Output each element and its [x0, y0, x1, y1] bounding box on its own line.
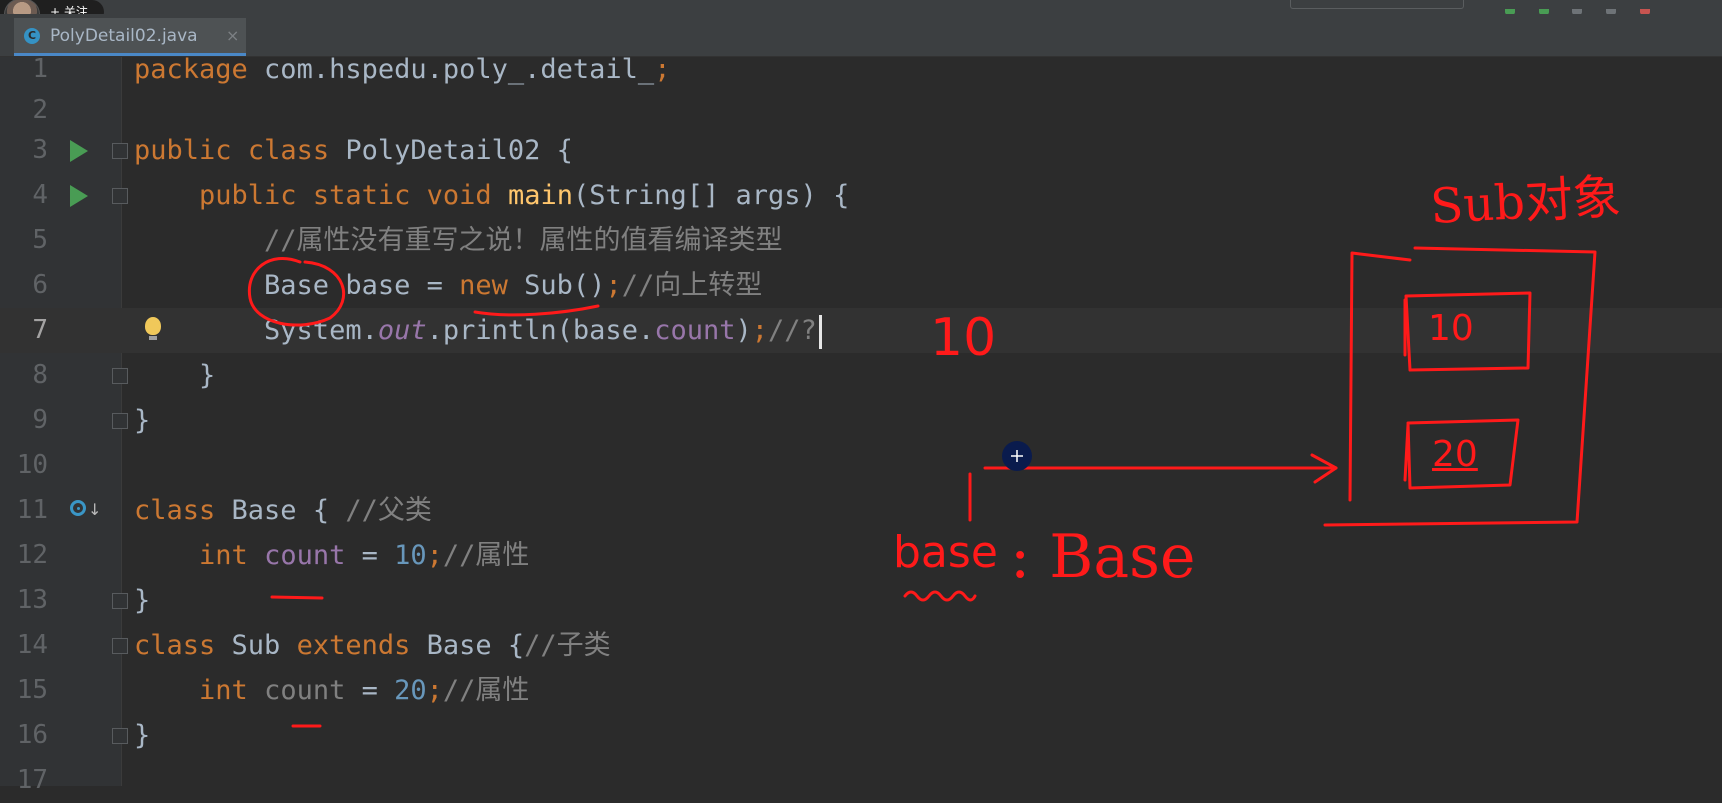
line-number: 10	[16, 450, 48, 480]
code-text: public class PolyDetail02 {	[134, 135, 573, 166]
line-number: 8	[32, 360, 48, 390]
run-main-icon[interactable]	[70, 185, 88, 207]
line-number: 13	[16, 585, 48, 615]
close-icon[interactable]: ×	[226, 26, 239, 45]
line-number: 16	[16, 720, 48, 750]
answer-annotation: 10	[930, 308, 997, 368]
line-number: 7	[32, 315, 48, 345]
code-line: 8 }	[0, 353, 1722, 398]
line-number: 12	[16, 540, 48, 570]
code-line: 15 int count = 20;//属性	[0, 668, 1722, 713]
reference-label: base	[893, 527, 998, 578]
tab-filename: PolyDetail02.java	[50, 26, 198, 46]
code-text: }	[134, 585, 151, 616]
fold-icon[interactable]	[112, 188, 128, 204]
line-number: 14	[16, 630, 48, 660]
code-line: 1 package com.hspedu.poly_.detail_;	[0, 47, 1722, 92]
line-number: 5	[32, 225, 48, 255]
code-line: 6 Base base = new Sub();//向上转型	[0, 263, 1722, 308]
code-text: int count = 20;//属性	[199, 675, 530, 706]
java-class-icon: C	[24, 28, 40, 44]
fold-icon[interactable]	[112, 728, 128, 744]
code-text: }	[134, 360, 216, 391]
code-line: 17	[0, 758, 1722, 803]
code-text: System.out.println(base.count);//?	[134, 308, 822, 353]
code-line: 16 }	[0, 713, 1722, 758]
fold-icon[interactable]	[112, 413, 128, 429]
text-caret	[818, 314, 822, 349]
run-class-icon[interactable]	[70, 140, 88, 162]
sub-object-label: Sub对象	[1428, 169, 1623, 235]
code-text: public static void main(String[] args) {	[199, 180, 850, 211]
field-value-label: 10	[1428, 308, 1474, 349]
overridden-icon[interactable]	[70, 500, 86, 516]
code-line: 11 ↓ class Base { //父类	[0, 488, 1722, 533]
code-text: class Base { //父类	[134, 495, 432, 526]
field-value-label: 20	[1432, 434, 1478, 475]
line-number: 17	[16, 765, 48, 795]
navigation-toolbar	[0, 0, 1722, 15]
toolbar-icons	[1505, 0, 1715, 15]
fold-icon[interactable]	[112, 143, 128, 159]
line-number: 6	[32, 270, 48, 300]
type-label: : Base	[1010, 522, 1196, 592]
code-text: int count = 10;//属性	[199, 540, 530, 571]
code-text: }	[134, 405, 151, 436]
run-config-selector[interactable]	[1290, 0, 1464, 9]
code-text: package com.hspedu.poly_.detail_;	[134, 54, 671, 85]
code-comment: //属性没有重写之说！属性的值看编译类型	[134, 225, 783, 256]
line-number: 11	[16, 495, 48, 525]
code-line: 13 }	[0, 578, 1722, 623]
code-text: class Sub extends Base {//子类	[134, 630, 611, 661]
line-number: 3	[32, 135, 48, 165]
line-number: 1	[32, 54, 48, 84]
code-text: }	[134, 720, 151, 751]
arrow-down-icon: ↓	[88, 500, 102, 519]
code-text: Base base = new Sub();//向上转型	[134, 270, 763, 301]
code-line: 2	[0, 88, 1722, 133]
line-number: 2	[32, 95, 48, 125]
line-number: 9	[32, 405, 48, 435]
fold-icon[interactable]	[112, 368, 128, 384]
fold-icon[interactable]	[112, 593, 128, 609]
line-number: 4	[32, 180, 48, 210]
line-number: 15	[16, 675, 48, 705]
fold-icon[interactable]	[112, 638, 128, 654]
code-line: 14 class Sub extends Base {//子类	[0, 623, 1722, 668]
code-line: 12 int count = 10;//属性	[0, 533, 1722, 578]
